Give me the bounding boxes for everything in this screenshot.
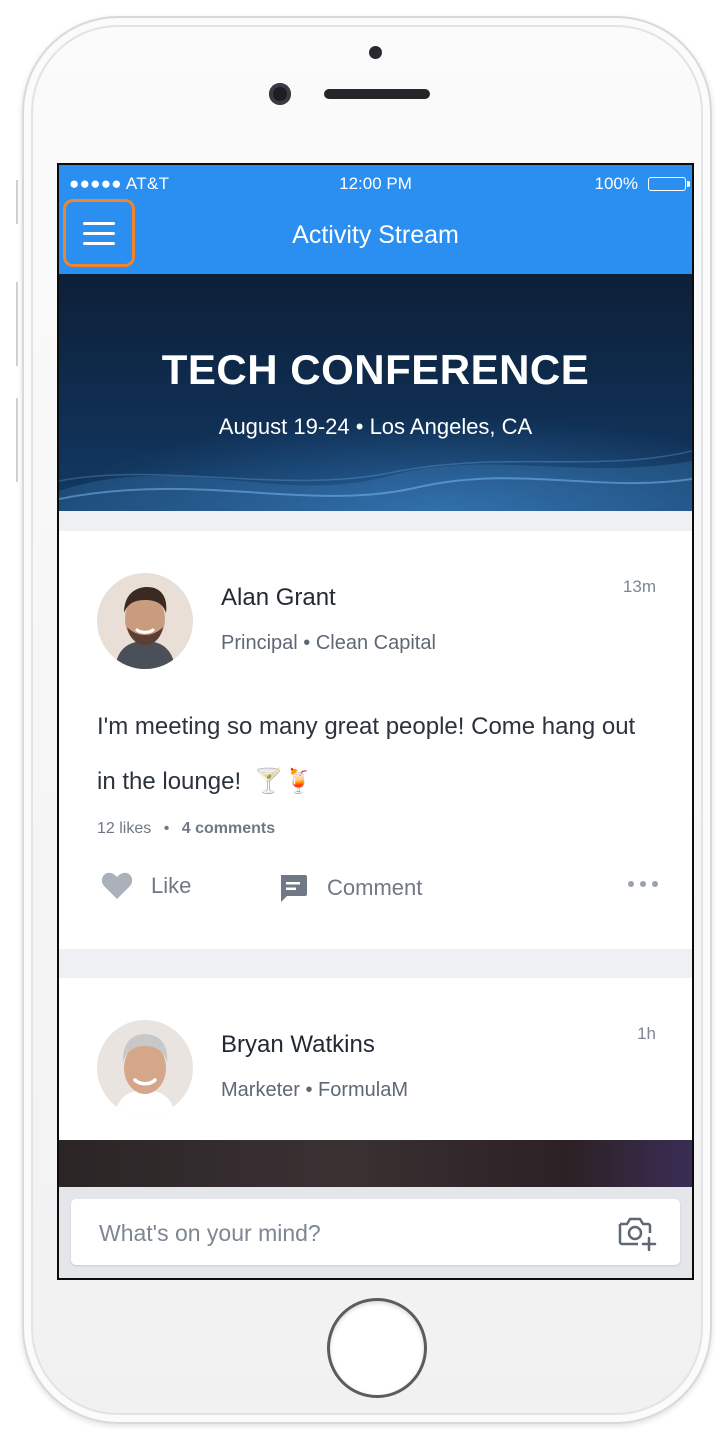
battery-percent: 100% <box>594 174 638 193</box>
event-banner: TECH CONFERENCE August 19-24 • Los Angel… <box>59 274 692 511</box>
comment-icon <box>281 875 307 902</box>
avatar[interactable] <box>97 573 193 669</box>
comments-count[interactable]: 4 comments <box>182 820 275 837</box>
comment-label: Comment <box>327 875 423 900</box>
author-name[interactable]: Alan Grant <box>221 584 336 612</box>
like-label: Like <box>151 873 192 898</box>
post-stats: 12 likes • 4 comments <box>97 820 276 837</box>
post-timestamp: 1h <box>637 1024 656 1043</box>
composer-bar: What's on your mind? <box>59 1187 692 1278</box>
post-card: Alan Grant Principal • Clean Capital 13m… <box>59 531 692 949</box>
avatar-photo <box>97 573 193 669</box>
phone-screen: ●●●●● AT&T 12:00 PM 100% Activity Stream… <box>57 163 694 1280</box>
status-input-placeholder: What's on your mind? <box>99 1220 321 1246</box>
avatar-photo <box>97 1020 193 1116</box>
author-name[interactable]: Bryan Watkins <box>221 1031 375 1059</box>
author-meta: Marketer • FormulaM <box>221 1079 409 1101</box>
app-header: ●●●●● AT&T 12:00 PM 100% Activity Stream <box>59 165 692 274</box>
likes-count[interactable]: 12 likes <box>97 820 151 837</box>
earpiece-speaker <box>324 89 430 99</box>
front-camera <box>269 83 291 105</box>
post-body: I'm meeting so many great people! Come h… <box>97 713 636 795</box>
comment-button[interactable]: Comment <box>277 872 422 904</box>
post-text: I'm meeting so many great people! Come h… <box>97 699 657 809</box>
battery-icon <box>648 177 690 191</box>
status-bar: ●●●●● AT&T 12:00 PM 100% <box>59 165 692 203</box>
camera-add-icon[interactable] <box>616 1215 658 1251</box>
post-timestamp: 13m <box>622 577 656 596</box>
proximity-sensor <box>369 46 382 59</box>
page-title: Activity Stream <box>292 221 459 249</box>
like-button[interactable]: Like <box>101 872 191 900</box>
cocktail-emoji-icon: 🍸🍹 <box>253 768 314 795</box>
home-button[interactable] <box>327 1298 427 1398</box>
volume-up-button <box>16 282 24 366</box>
banner-title: TECH CONFERENCE <box>161 346 590 393</box>
ringer-switch <box>16 180 24 224</box>
more-dots-icon <box>628 881 634 887</box>
volume-down-button <box>16 398 24 482</box>
banner-subtitle: August 19-24 • Los Angeles, CA <box>218 414 533 439</box>
avatar[interactable] <box>97 1020 193 1116</box>
more-options-button[interactable] <box>628 881 658 887</box>
status-input[interactable]: What's on your mind? <box>71 1199 680 1265</box>
heart-icon <box>101 872 133 899</box>
author-meta: Principal • Clean Capital <box>221 632 436 654</box>
